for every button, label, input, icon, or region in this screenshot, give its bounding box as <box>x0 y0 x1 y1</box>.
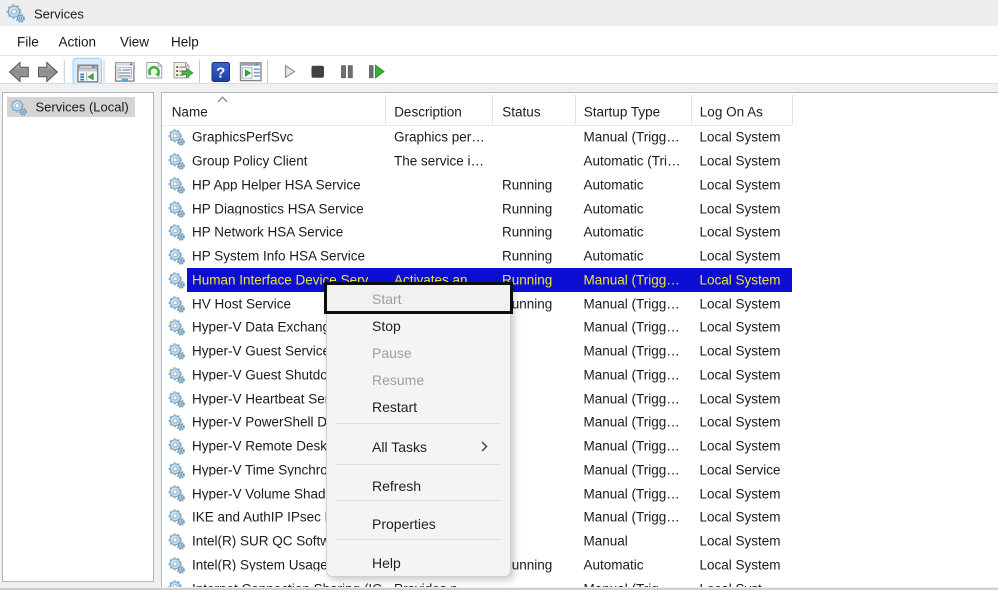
svg-text:?: ? <box>216 65 225 82</box>
